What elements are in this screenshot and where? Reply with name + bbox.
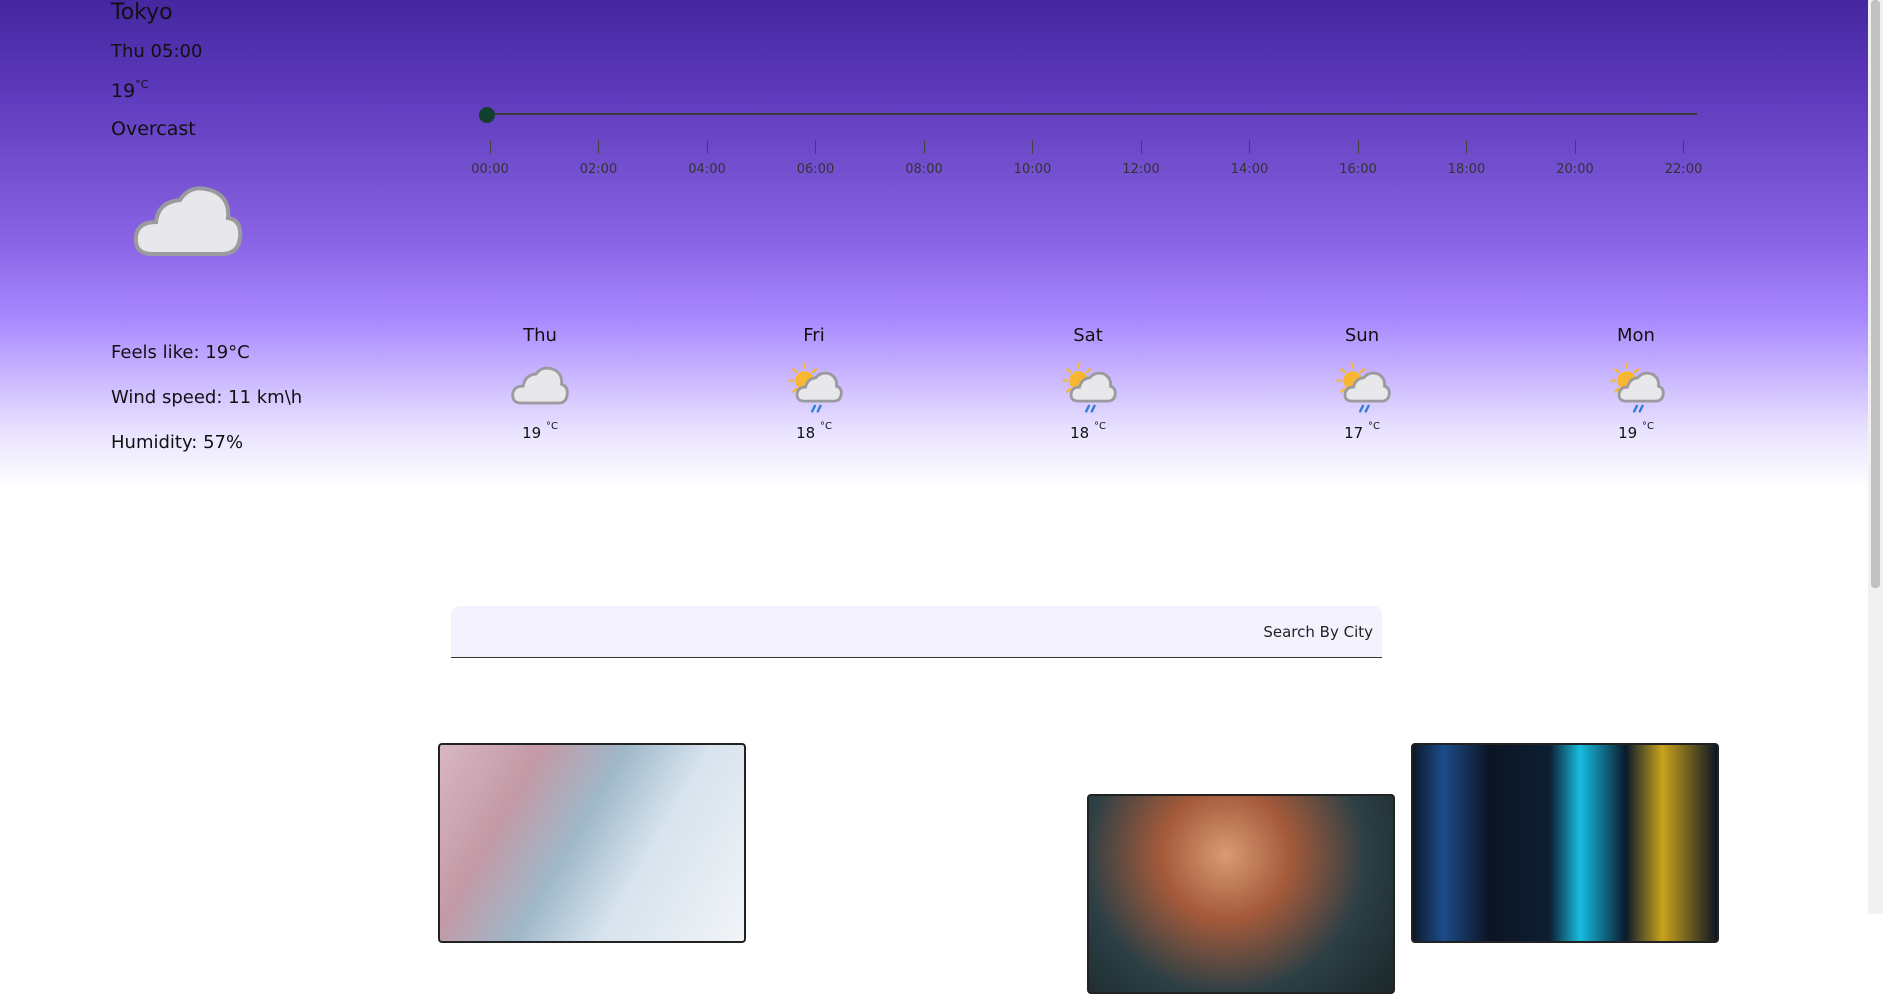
forecast-temp-unit: °C bbox=[1641, 421, 1654, 432]
feels-like: Feels like: 19°C bbox=[111, 342, 250, 363]
forecast-day-fri: Fri 18 °C bbox=[754, 325, 874, 442]
hour-ticks: 00:00 02:00 04:00 06:00 08:00 10:00 12:00 14:00… bbox=[470, 140, 1710, 185]
tick-label: 18:00 bbox=[1447, 162, 1486, 177]
tick-label: 12:00 bbox=[1122, 162, 1160, 177]
forecast-day-sat: Sat 18 °C bbox=[1028, 325, 1148, 442]
forecast-day-label: Sat bbox=[1073, 325, 1103, 346]
tick-label: 06:00 bbox=[796, 162, 835, 177]
wind-speed: Wind speed: 11 km\h bbox=[111, 387, 303, 408]
slider-thumb[interactable] bbox=[479, 107, 495, 123]
tick-0000: 00:00 bbox=[470, 140, 510, 177]
tick-1800: 18:00 bbox=[1447, 140, 1487, 177]
forecast-temp: 18 °C bbox=[1028, 421, 1148, 442]
tick-1200: 12:00 bbox=[1121, 140, 1161, 177]
forecast-temp-unit: °C bbox=[1093, 421, 1106, 432]
tick-2200: 22:00 bbox=[1664, 140, 1704, 177]
tick-label: 16:00 bbox=[1339, 162, 1377, 177]
sun-cloud-rain-icon bbox=[1336, 362, 1391, 413]
tick-2000: 20:00 bbox=[1555, 140, 1595, 177]
tick-mark bbox=[1140, 140, 1142, 154]
tick-1400: 14:00 bbox=[1230, 140, 1270, 177]
forecast-temp: 19 °C bbox=[1576, 421, 1696, 442]
tick-label: 04:00 bbox=[688, 162, 726, 177]
current-temperature: 19°C bbox=[111, 78, 149, 102]
tick-mark bbox=[815, 140, 816, 154]
forecast-day-mon: Mon 19 °C bbox=[1576, 325, 1696, 442]
cloud-icon bbox=[133, 186, 243, 256]
search-city-input[interactable]: Search By City bbox=[451, 606, 1382, 658]
tick-0200: 02:00 bbox=[579, 140, 619, 177]
current-datetime: Thu 05:00 bbox=[111, 41, 203, 62]
sun-cloud-rain-icon bbox=[1610, 362, 1665, 413]
cloud-icon bbox=[511, 366, 569, 405]
city-photo-night-alley bbox=[1087, 794, 1395, 994]
tick-mark bbox=[1466, 140, 1467, 154]
forecast-temp-unit: °C bbox=[545, 421, 558, 432]
tick-mark bbox=[1249, 140, 1250, 154]
tick-mark bbox=[706, 140, 708, 154]
tick-1000: 10:00 bbox=[1013, 140, 1053, 177]
tick-1600: 16:00 bbox=[1338, 140, 1378, 177]
forecast-day-label: Sun bbox=[1344, 325, 1380, 346]
tick-label: 10:00 bbox=[1013, 162, 1052, 177]
tick-label: 00:00 bbox=[471, 162, 509, 177]
city-photo-cherry-blossom bbox=[438, 743, 746, 943]
current-condition: Overcast bbox=[111, 118, 196, 140]
forecast-day-sun: Sun 17 °C bbox=[1302, 325, 1422, 442]
forecast-temp-value: 18 bbox=[796, 424, 816, 442]
humidity: Humidity: 57% bbox=[111, 432, 244, 453]
sun-cloud-rain-icon bbox=[788, 362, 843, 413]
forecast-day-label: Thu bbox=[523, 325, 557, 346]
city-photo-neon-street bbox=[1411, 743, 1719, 943]
forecast-day-label: Mon bbox=[1617, 325, 1655, 346]
temp-value: 19 bbox=[111, 80, 136, 102]
tick-label: 22:00 bbox=[1664, 162, 1703, 177]
forecast-temp: 18 °C bbox=[754, 421, 874, 442]
tick-mark bbox=[1574, 140, 1576, 154]
forecast-temp-unit: °C bbox=[819, 421, 832, 432]
forecast-temp-value: 19 bbox=[1618, 424, 1638, 442]
sun-cloud-rain-icon bbox=[1062, 362, 1117, 413]
tick-mark bbox=[1357, 140, 1359, 154]
tick-mark bbox=[489, 140, 491, 154]
city-name: Tokyo bbox=[111, 0, 173, 25]
tick-0800: 08:00 bbox=[904, 140, 944, 177]
tick-mark bbox=[598, 140, 599, 154]
tick-mark bbox=[923, 140, 925, 154]
slider-track[interactable] bbox=[485, 113, 1697, 115]
forecast-temp: 19 °C bbox=[480, 421, 600, 442]
tick-label: 08:00 bbox=[905, 162, 943, 177]
scrollbar-thumb[interactable] bbox=[1871, 0, 1880, 588]
forecast-temp-value: 19 bbox=[522, 424, 542, 442]
page-scrollbar[interactable] bbox=[1868, 0, 1883, 914]
tick-0400: 04:00 bbox=[687, 140, 727, 177]
forecast-temp-value: 18 bbox=[1070, 424, 1090, 442]
forecast-temp-unit: °C bbox=[1367, 421, 1380, 432]
tick-label: 20:00 bbox=[1556, 162, 1594, 177]
tick-mark bbox=[1683, 140, 1684, 154]
tick-label: 14:00 bbox=[1230, 162, 1269, 177]
forecast-day-thu: Thu 19 °C bbox=[480, 325, 600, 442]
tick-label: 02:00 bbox=[579, 162, 618, 177]
temp-unit: °C bbox=[135, 78, 149, 91]
forecast-temp: 17 °C bbox=[1302, 421, 1422, 442]
hour-slider[interactable] bbox=[479, 107, 1697, 123]
tick-0600: 06:00 bbox=[796, 140, 836, 177]
search-placeholder: Search By City bbox=[1263, 623, 1373, 641]
forecast-day-label: Fri bbox=[803, 325, 825, 346]
tick-mark bbox=[1032, 140, 1033, 154]
forecast-temp-value: 17 bbox=[1344, 424, 1364, 442]
